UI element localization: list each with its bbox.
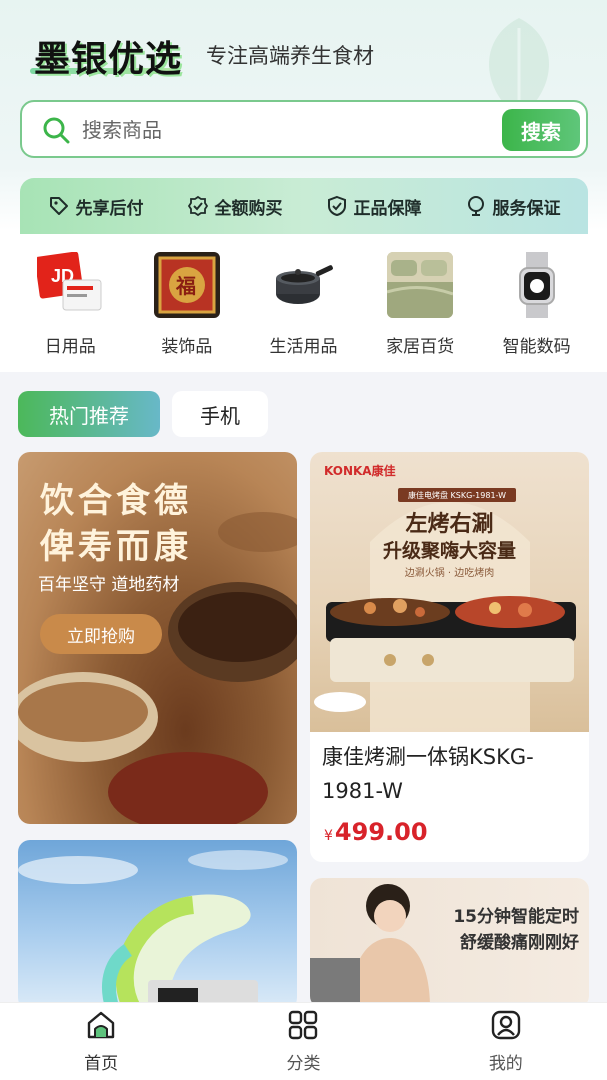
shield-icon	[327, 195, 346, 217]
category-label: 日用品	[44, 337, 96, 357]
massager-line2: 舒缓酸痛刚刚好	[460, 933, 579, 953]
category-home[interactable]: 家居百货	[365, 234, 475, 364]
tab-hot-recommend[interactable]: 热门推荐	[18, 391, 160, 437]
category-label: 智能数码	[502, 337, 571, 357]
search-icon	[43, 117, 70, 144]
price-value: 499.00	[334, 818, 428, 846]
product-card-massager[interactable]: 15分钟智能定时 舒缓酸痛刚刚好	[310, 878, 589, 1008]
product-card-herbal[interactable]: 饮合食德 俾寿而康 百年坚守 道地药材 立即抢购	[18, 452, 297, 824]
search-bar: 搜索	[20, 100, 588, 158]
brand-label: KONKA康佳	[324, 464, 396, 478]
category-label: 生活用品	[269, 337, 338, 357]
jd-card-image: JD	[37, 252, 103, 318]
product-card-konka[interactable]: KONKA康佳 康佳电烤盘 KSKG-1981-W 左烤右涮 升级聚嗨大容量 边…	[310, 452, 589, 862]
search-button[interactable]: 搜索	[502, 109, 580, 151]
bottom-navigation: 首页 分类 我的	[0, 1002, 607, 1080]
svg-text:福: 福	[175, 274, 196, 298]
massager-text: 15分钟智能定时 舒缓酸痛刚刚好	[453, 904, 579, 956]
guarantee-label: 先享后付	[75, 198, 144, 219]
grid-icon	[289, 1010, 318, 1040]
model-tag: 康佳电烤盘 KSKG-1981-W	[398, 488, 516, 502]
nav-label: 首页	[84, 1054, 119, 1074]
search-input[interactable]	[82, 112, 482, 148]
smartwatch-image	[504, 252, 570, 318]
poster-title-line2: 俾寿而康	[40, 527, 192, 567]
slogan: 专注高端养生食材	[206, 44, 374, 68]
product-card-lamp[interactable]	[18, 840, 297, 1010]
nav-home[interactable]: 首页	[41, 1009, 161, 1074]
poster-subheadline: 升级聚嗨大容量	[382, 540, 516, 562]
category-label: 家居百货	[386, 337, 455, 357]
category-decor[interactable]: 福 装饰品	[132, 234, 242, 364]
service-icon	[467, 196, 484, 216]
buy-now-button[interactable]: 立即抢购	[40, 614, 162, 654]
poster-subtitle: 百年坚守 道地药材	[38, 575, 180, 595]
home-icon	[87, 1011, 115, 1039]
check-badge-icon	[187, 195, 208, 217]
pan-image	[270, 252, 336, 318]
guarantee-label: 全额购买	[214, 198, 283, 219]
app-logo: 墨银优选	[34, 39, 183, 80]
guarantee-item: 正品保障	[326, 194, 422, 219]
guarantee-label: 正品保障	[353, 198, 422, 219]
guarantee-label: 服务保证	[492, 198, 561, 219]
massager-line1: 15分钟智能定时	[453, 907, 579, 927]
nav-category[interactable]: 分类	[243, 1009, 363, 1074]
lamp-poster-image	[18, 840, 297, 1010]
poster-headline: 左烤右涮	[405, 512, 494, 537]
category-row: JD 日用品 福 装饰品 生活用品 家居百货 智能数码	[0, 234, 607, 364]
nav-label: 分类	[286, 1054, 321, 1074]
guarantee-bar: 先享后付 全额购买 正品保障 服务保证	[20, 178, 588, 234]
guarantee-item: 服务保证	[465, 194, 561, 219]
category-digital[interactable]: 智能数码	[482, 234, 592, 364]
nav-profile[interactable]: 我的	[446, 1009, 566, 1074]
guarantee-item: 全额购买	[187, 194, 283, 219]
currency-symbol: ¥	[324, 828, 333, 844]
product-title: 康佳烤涮一体锅KSKG-1981-W	[322, 745, 534, 803]
category-living[interactable]: 生活用品	[248, 234, 358, 364]
category-label: 装饰品	[161, 337, 213, 357]
category-daily[interactable]: JD 日用品	[15, 234, 125, 364]
product-price: ¥499.00	[324, 818, 428, 846]
tab-phone[interactable]: 手机	[172, 391, 268, 437]
nav-label: 我的	[488, 1054, 523, 1074]
poster-tagline: 边涮火锅 · 边吃烤肉	[404, 568, 495, 579]
poster-title-line1: 饮合食德	[40, 481, 192, 521]
decoration-image: 福	[153, 252, 220, 318]
user-icon	[491, 1010, 521, 1040]
bedding-image	[387, 252, 454, 318]
guarantee-item: 先享后付	[48, 194, 144, 219]
poster-title: 饮合食德 俾寿而康	[40, 478, 280, 570]
tag-icon	[49, 197, 68, 215]
